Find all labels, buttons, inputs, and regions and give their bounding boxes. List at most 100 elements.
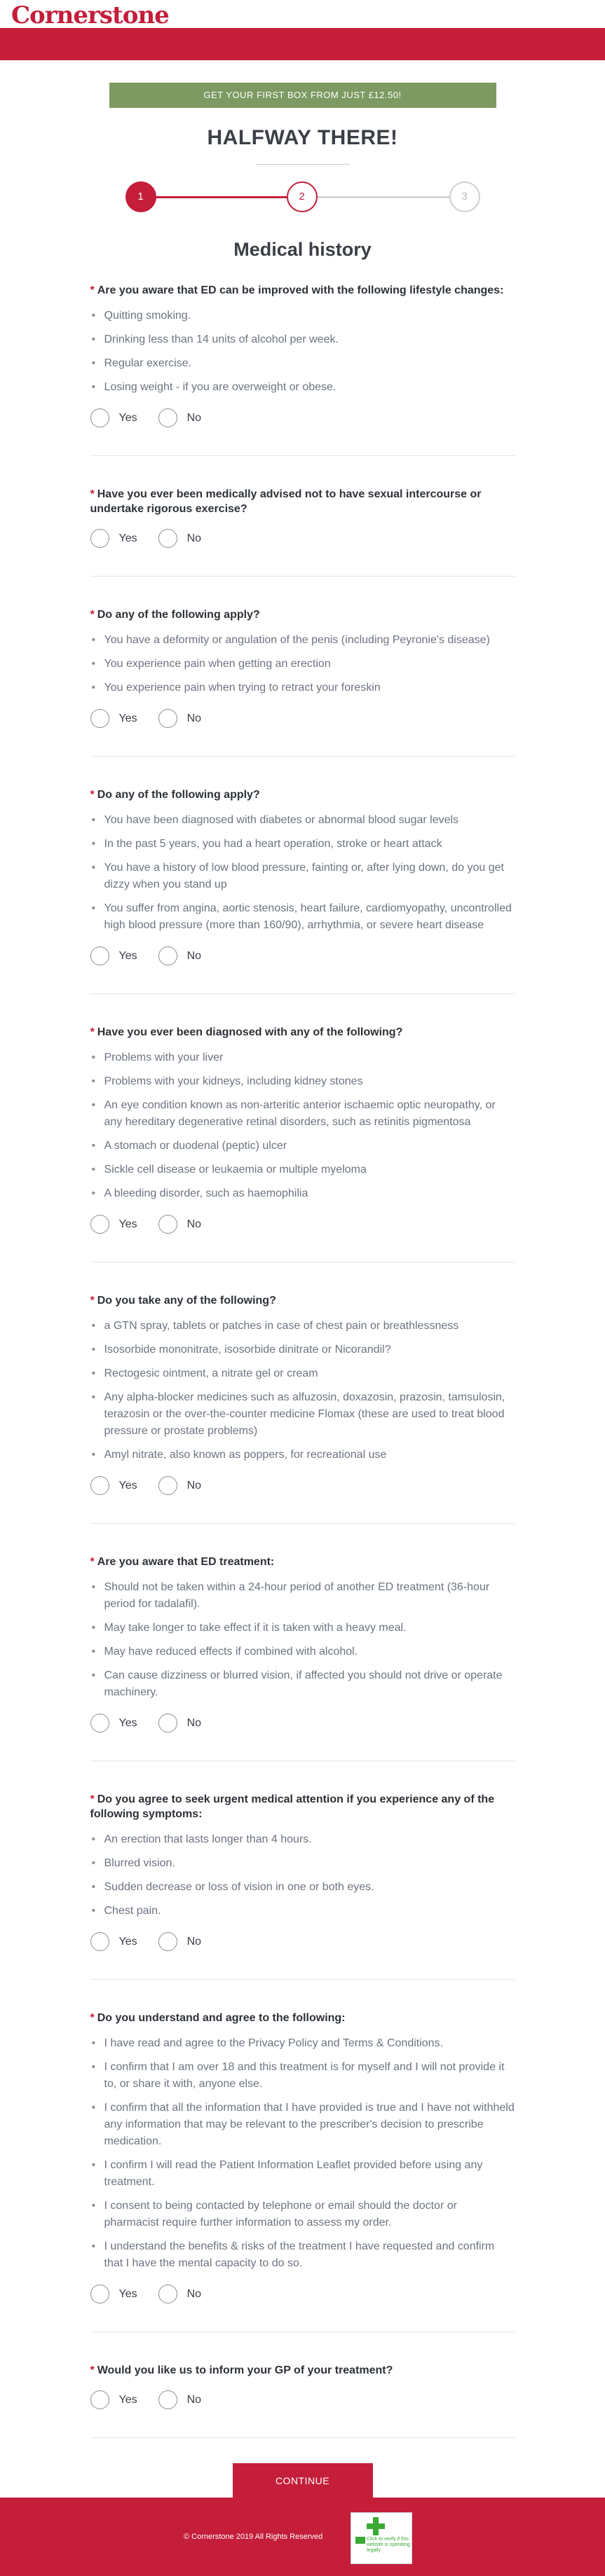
yes-no-radio-group: Yes No [90,1932,515,1951]
question-title: * Do you take any of the following? [90,1293,515,1308]
list-item: A stomach or duodenal (peptic) ulcer [90,1138,515,1155]
list-item: Amyl nitrate, also known as poppers, for… [90,1447,515,1463]
list-item: In the past 5 years, you had a heart ope… [90,836,515,853]
radio-yes[interactable]: Yes [90,1932,137,1951]
cornerstone-logo[interactable]: Cornerstone [11,1,170,29]
radio-circle-icon[interactable] [158,1476,177,1495]
question-text: Are you aware that ED treatment: [97,1556,275,1568]
list-item: Drinking less than 14 units of alcohol p… [90,331,515,348]
list-item: An eye condition known as non-arteritic … [90,1097,515,1131]
radio-label: No [186,1218,202,1230]
radio-label: Yes [118,1218,137,1230]
question-title: * Do you understand and agree to the foll… [90,2011,515,2025]
yes-no-radio-group: Yes No [90,1476,515,1495]
verify-pharmacy-badge[interactable]: Click to verify if this website is opera… [351,2512,412,2564]
list-item: Blurred vision. [90,1855,515,1872]
list-item: Quitting smoking. [90,308,515,324]
radio-no[interactable]: No [158,1476,201,1495]
question-text: Would you like us to inform your GP of y… [97,2364,393,2376]
list-item: I have read and agree to the Privacy Pol… [90,2035,515,2052]
list-item: I confirm I will read the Patient Inform… [90,2157,515,2191]
question-block: * Have you ever been diagnosed with any o… [90,1025,515,1262]
radio-label: Yes [118,1935,137,1948]
radio-circle-icon[interactable] [90,1932,109,1951]
radio-label: Yes [118,2393,137,2406]
question-block: * Do you agree to seek urgent medical att… [90,1792,515,1980]
list-item: Sudden decrease or loss of vision in one… [90,1879,515,1896]
question-items: Problems with your liver Problems with yo… [90,1049,515,1202]
list-item: Regular exercise. [90,355,515,372]
yes-no-radio-group: Yes No [90,1215,515,1234]
required-asterisk: * [90,488,95,500]
radio-yes[interactable]: Yes [90,1215,137,1234]
radio-yes[interactable]: Yes [90,946,137,965]
radio-circle-icon[interactable] [90,529,109,548]
radio-no[interactable]: No [158,709,201,728]
radio-circle-icon[interactable] [158,946,177,965]
list-item: Can cause dizziness or blurred vision, i… [90,1667,515,1701]
radio-circle-icon[interactable] [158,2390,177,2409]
section-title: Medical history [233,239,372,260]
radio-label: Yes [118,949,137,962]
step-2: 2 [286,181,318,212]
list-item: Problems with your liver [90,1049,515,1066]
question-items: You have been diagnosed with diabetes or… [90,812,515,934]
radio-circle-icon[interactable] [158,709,177,728]
radio-no[interactable]: No [158,529,201,548]
radio-circle-icon[interactable] [158,1215,177,1234]
question-title: * Would you like us to inform your GP of … [90,2363,515,2378]
radio-circle-icon[interactable] [90,1714,109,1733]
question-title: * Are you aware that ED can be improved w… [90,283,515,298]
radio-no[interactable]: No [158,2390,201,2409]
radio-label: No [186,411,202,424]
radio-circle-icon[interactable] [90,1476,109,1495]
radio-label: Yes [118,1716,137,1729]
radio-yes[interactable]: Yes [90,2285,137,2303]
radio-circle-icon[interactable] [90,1215,109,1234]
question-block: * Are you aware that ED can be improved w… [90,283,515,456]
radio-no[interactable]: No [158,1714,201,1733]
radio-yes[interactable]: Yes [90,529,137,548]
radio-no[interactable]: No [158,408,201,427]
radio-circle-icon[interactable] [90,946,109,965]
question-block: * Do you understand and agree to the foll… [90,2011,515,2332]
yes-no-radio-group: Yes No [90,408,515,427]
radio-label: No [186,532,202,544]
required-asterisk: * [90,1556,95,1568]
radio-circle-icon[interactable] [158,408,177,427]
radio-circle-icon[interactable] [90,2285,109,2303]
radio-yes[interactable]: Yes [90,1714,137,1733]
medical-history-form: * Are you aware that ED can be improved w… [90,283,515,2498]
list-item: Losing weight - if you are overweight or… [90,379,515,396]
required-asterisk: * [90,789,95,801]
radio-no[interactable]: No [158,1932,201,1951]
radio-circle-icon[interactable] [158,1932,177,1951]
list-item: A bleeding disorder, such as haemophilia [90,1185,515,1202]
radio-yes[interactable]: Yes [90,1476,137,1495]
list-item: You have a history of low blood pressure… [90,860,515,893]
radio-no[interactable]: No [158,1215,201,1234]
radio-circle-icon[interactable] [90,709,109,728]
radio-circle-icon[interactable] [158,529,177,548]
radio-yes[interactable]: Yes [90,709,137,728]
radio-yes[interactable]: Yes [90,2390,137,2409]
radio-circle-icon[interactable] [158,2285,177,2303]
list-item: You experience pain when trying to retra… [90,680,515,696]
radio-circle-icon[interactable] [158,1714,177,1733]
radio-no[interactable]: No [158,2285,201,2303]
yes-no-radio-group: Yes No [90,2285,515,2303]
list-item: You experience pain when getting an erec… [90,656,515,673]
question-items: a GTN spray, tablets or patches in case … [90,1318,515,1463]
question-title: * Do any of the following apply? [90,607,515,622]
radio-circle-icon[interactable] [90,408,109,427]
heading-divider [255,164,350,165]
question-text: Do you agree to seek urgent medical atte… [90,1793,495,1820]
question-block: *Are you aware that ED treatment: Should … [90,1555,515,1761]
step-3: 3 [449,181,480,212]
radio-no[interactable]: No [158,946,201,965]
radio-circle-icon[interactable] [90,2390,109,2409]
continue-button[interactable]: CONTINUE [232,2463,373,2498]
radio-label: Yes [118,2287,137,2300]
radio-yes[interactable]: Yes [90,408,137,427]
radio-label: No [186,949,202,962]
